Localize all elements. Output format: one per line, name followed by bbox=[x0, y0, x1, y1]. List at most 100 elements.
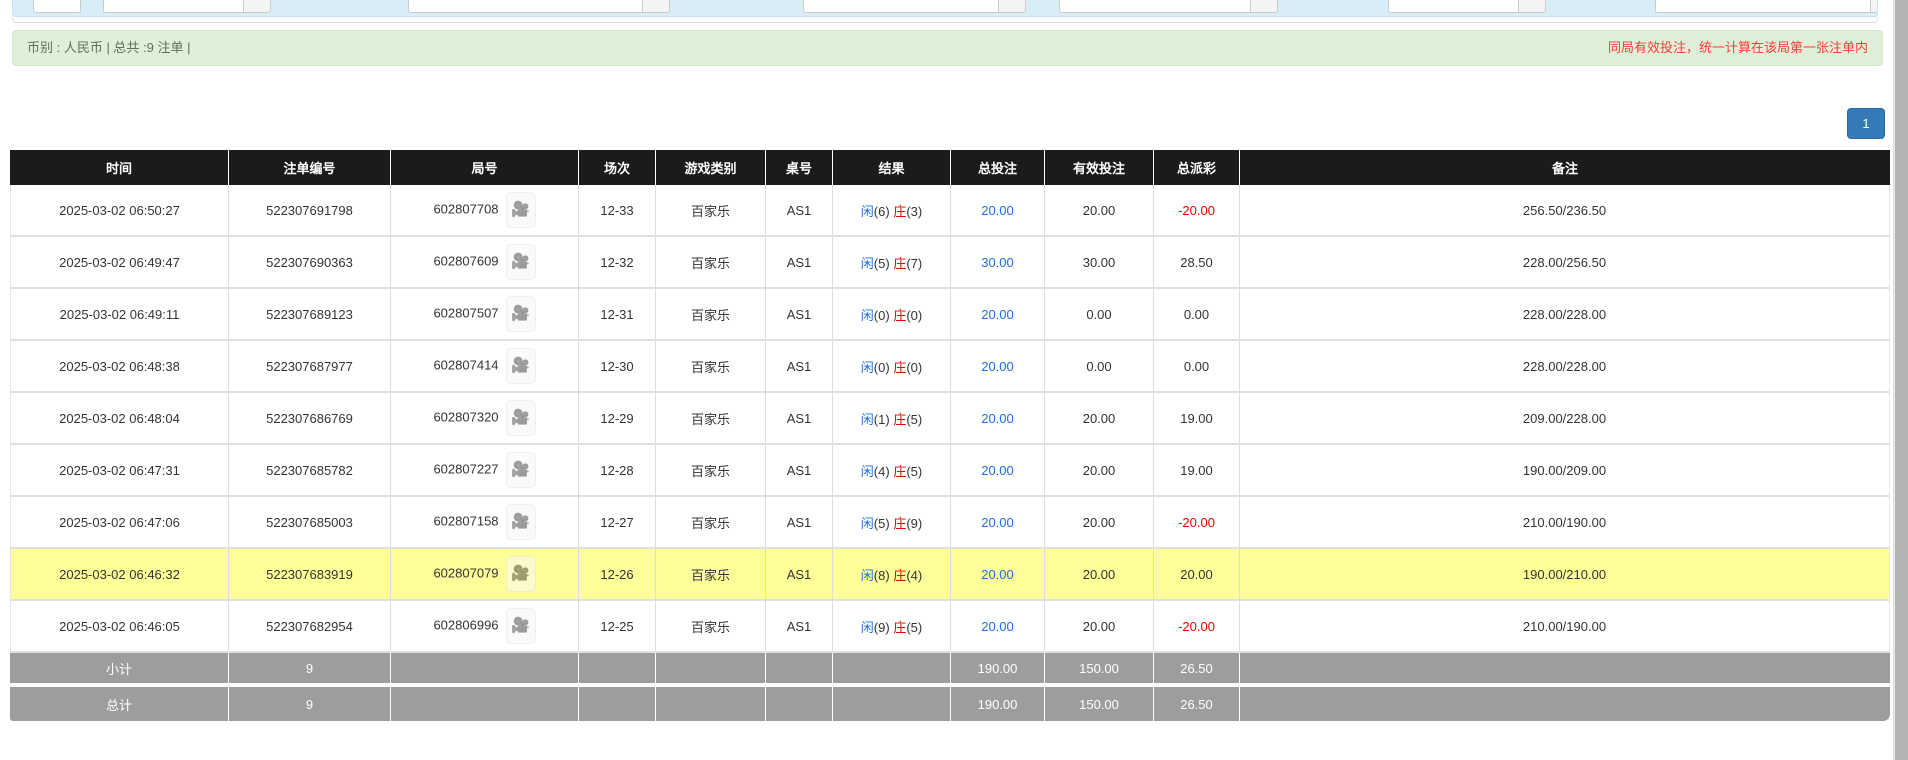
cell-result: 闲(1) 庄(5) bbox=[832, 393, 950, 445]
scrollbar-thumb[interactable] bbox=[1895, 0, 1908, 760]
result-player-label: 闲 bbox=[861, 204, 874, 219]
cell-table-no: AS1 bbox=[765, 289, 832, 341]
col-header-note: 备注 bbox=[1239, 150, 1890, 185]
cell-total-bet: 20.00 bbox=[950, 445, 1044, 497]
result-banker-label: 庄 bbox=[893, 412, 906, 427]
subtotal-valid-bet: 150.00 bbox=[1044, 653, 1153, 687]
cell-payout: -20.00 bbox=[1153, 497, 1239, 549]
input-addon-icon[interactable] bbox=[999, 0, 1026, 13]
input-addon-icon[interactable] bbox=[643, 0, 670, 13]
result-player-label: 闲 bbox=[861, 256, 874, 271]
col-header-table-no: 桌号 bbox=[765, 150, 832, 185]
cell-bet-id: 522307682954 bbox=[228, 601, 390, 653]
result-player-count: (0) bbox=[874, 360, 890, 375]
input-addon-icon[interactable] bbox=[1519, 0, 1546, 13]
cell-session: 12-28 bbox=[578, 445, 655, 497]
video-replay-button[interactable]: 🎥 bbox=[506, 504, 536, 540]
result-banker-count: (4) bbox=[906, 568, 922, 583]
scrollbar[interactable] bbox=[1893, 0, 1908, 760]
input-addon-icon[interactable] bbox=[244, 0, 271, 13]
cell-round-id: 602807414🎥 bbox=[390, 341, 578, 393]
table-row: 2025-03-02 06:48:38522307687977602807414… bbox=[10, 341, 1890, 393]
cell-bet-id: 522307689123 bbox=[228, 289, 390, 341]
round-id-text: 602807507 bbox=[433, 305, 498, 320]
cell-session: 12-30 bbox=[578, 341, 655, 393]
video-icon: 🎥 bbox=[511, 409, 530, 426]
filter-input-4[interactable] bbox=[1059, 0, 1278, 13]
table-row: 2025-03-02 06:49:11522307689123602807507… bbox=[10, 289, 1890, 341]
result-banker-label: 庄 bbox=[893, 568, 906, 583]
cell-round-id: 602806996 🎥 bbox=[390, 601, 578, 653]
cell-payout: 19.00 bbox=[1153, 393, 1239, 445]
table-row: 2025-03-02 06:46:05522307682954602806996… bbox=[10, 601, 1890, 653]
input-addon-icon[interactable] bbox=[1251, 0, 1278, 13]
cell-total-bet: 20.00 bbox=[950, 601, 1044, 653]
result-player-count: (6) bbox=[874, 204, 890, 219]
cell-valid-bet: 20.00 bbox=[1044, 445, 1153, 497]
cell-total-bet: 20.00 bbox=[950, 289, 1044, 341]
round-id-text: 602806996 bbox=[433, 617, 498, 632]
subtotal-label: 小计 bbox=[10, 653, 228, 687]
filter-input-2[interactable] bbox=[408, 0, 670, 13]
cell-result: 闲(9) 庄(5) bbox=[832, 601, 950, 653]
video-replay-button[interactable]: 🎥 bbox=[506, 608, 536, 644]
cell-result: 闲(4) 庄(5) bbox=[832, 445, 950, 497]
cell-game-type: 百家乐 bbox=[655, 549, 765, 601]
video-replay-button[interactable]: 🎥 bbox=[506, 244, 536, 280]
cell-game-type: 百家乐 bbox=[655, 497, 765, 549]
result-player-count: (8) bbox=[874, 568, 890, 583]
cell-session: 12-32 bbox=[578, 237, 655, 289]
video-replay-button[interactable]: 🎥 bbox=[506, 348, 536, 384]
total-valid-bet: 150.00 bbox=[1044, 687, 1153, 721]
table-body: 2025-03-02 06:50:27522307691798602807708… bbox=[10, 185, 1890, 653]
filter-input-5[interactable] bbox=[1388, 0, 1546, 13]
cell-total-bet: 20.00 bbox=[950, 185, 1044, 237]
table-row: 2025-03-02 06:48:04522307686769602807320… bbox=[10, 393, 1890, 445]
cell-note: 228.00/228.00 bbox=[1239, 341, 1890, 393]
filter-input-0[interactable] bbox=[33, 0, 81, 13]
filter-input-1[interactable] bbox=[103, 0, 271, 13]
result-player-count: (5) bbox=[874, 256, 890, 271]
pagination-page-1-button[interactable]: 1 bbox=[1847, 108, 1885, 139]
subtotal-row: 小计 9 190.00 150.00 26.50 bbox=[10, 653, 1890, 687]
cell-total-bet: 20.00 bbox=[950, 341, 1044, 393]
cell-result: 闲(5) 庄(7) bbox=[832, 237, 950, 289]
filter-input-6[interactable] bbox=[1655, 0, 1878, 13]
video-replay-button[interactable]: 🎥 bbox=[506, 400, 536, 436]
result-player-label: 闲 bbox=[861, 568, 874, 583]
summary-bar: 币别 : 人民币 | 总共 :9 注单 | 同局有效投注，统一计算在该局第一张注… bbox=[12, 30, 1883, 66]
col-header-bet-id: 注单编号 bbox=[228, 150, 390, 185]
result-banker-label: 庄 bbox=[893, 204, 906, 219]
video-icon: 🎥 bbox=[511, 617, 530, 634]
cell-round-id: 602807320🎥 bbox=[390, 393, 578, 445]
cell-note: 210.00/190.00 bbox=[1239, 601, 1890, 653]
filter-panel-border bbox=[12, 17, 1878, 23]
result-banker-label: 庄 bbox=[893, 256, 906, 271]
cell-total-bet: 20.00 bbox=[950, 549, 1044, 601]
cell-result: 闲(0) 庄(0) bbox=[832, 289, 950, 341]
cell-session: 12-25 bbox=[578, 601, 655, 653]
result-banker-count: (0) bbox=[906, 308, 922, 323]
filter-input-3[interactable] bbox=[803, 0, 1026, 13]
input-addon-icon[interactable] bbox=[1871, 0, 1878, 13]
cell-payout: 19.00 bbox=[1153, 445, 1239, 497]
result-banker-count: (3) bbox=[906, 204, 922, 219]
video-replay-button[interactable]: 🎥 bbox=[506, 192, 536, 228]
cell-round-id: 602807158🎥 bbox=[390, 497, 578, 549]
result-banker-count: (5) bbox=[906, 620, 922, 635]
result-banker-label: 庄 bbox=[893, 308, 906, 323]
cell-game-type: 百家乐 bbox=[655, 237, 765, 289]
cell-valid-bet: 20.00 bbox=[1044, 497, 1153, 549]
result-player-label: 闲 bbox=[861, 360, 874, 375]
cell-payout: 28.50 bbox=[1153, 237, 1239, 289]
cell-bet-id: 522307685003 bbox=[228, 497, 390, 549]
video-replay-button[interactable]: 🎥 bbox=[506, 556, 536, 592]
video-replay-button[interactable]: 🎥 bbox=[506, 452, 536, 488]
cell-payout: 0.00 bbox=[1153, 289, 1239, 341]
table-footer: 小计 9 190.00 150.00 26.50 总计 9 190.00 150… bbox=[10, 653, 1890, 721]
cell-round-id: 602807227🎥 bbox=[390, 445, 578, 497]
video-replay-button[interactable]: 🎥 bbox=[506, 296, 536, 332]
filter-bar bbox=[12, 0, 1878, 17]
result-player-count: (5) bbox=[874, 516, 890, 531]
total-count: 9 bbox=[228, 687, 390, 721]
